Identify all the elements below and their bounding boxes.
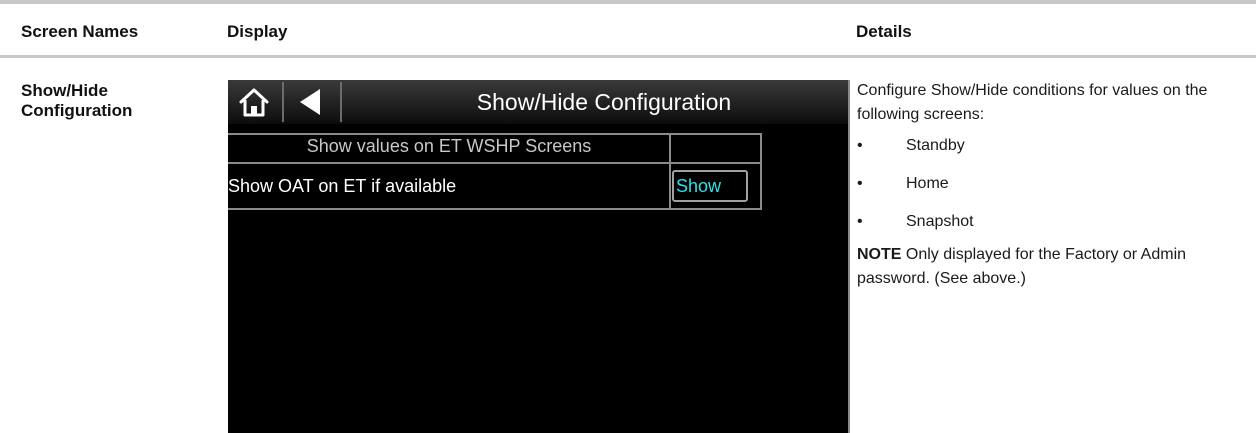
header-rule: [0, 55, 1256, 58]
note-label: NOTE: [857, 246, 902, 263]
screen-right-border: [848, 80, 850, 433]
title-separator: [282, 82, 284, 122]
back-arrow-icon[interactable]: [298, 86, 322, 118]
list-item: • Home: [857, 165, 1247, 203]
screen-title-bar: Show/Hide Configuration: [228, 80, 848, 124]
list-item: • Snapshot: [857, 203, 1247, 241]
title-separator: [340, 82, 342, 122]
grid-line: [228, 162, 762, 164]
table-top-rule: [0, 0, 1256, 4]
header-details: Details: [856, 22, 912, 41]
details-cell: Configure Show/Hide conditions for value…: [857, 79, 1247, 291]
grid-line: [760, 133, 762, 210]
header-display: Display: [227, 22, 288, 41]
section-label: Show values on ET WSHP Screens: [306, 136, 592, 156]
note-text: Only displayed for the Factory or Admin …: [857, 246, 1187, 287]
bullet: •: [857, 175, 863, 192]
screen-title: Show/Hide Configuration: [476, 89, 732, 115]
bullet: •: [857, 137, 863, 154]
list-item-label: Standby: [906, 137, 965, 154]
header-screen-names: Screen Names: [21, 22, 139, 41]
bullet: •: [857, 213, 863, 230]
list-item-label: Home: [906, 175, 949, 192]
list-item-label: Snapshot: [906, 213, 974, 230]
details-intro: Configure Show/Hide conditions for value…: [857, 82, 1208, 123]
show-oat-toggle-button[interactable]: Show: [672, 170, 748, 202]
device-screen: Show/Hide Configuration Show values on E…: [228, 80, 850, 433]
grid-line: [228, 208, 762, 210]
screen-list: • Standby • Home • Snapshot: [857, 127, 1247, 241]
list-item: • Standby: [857, 127, 1247, 165]
show-oat-label: Show OAT on ET if available: [228, 176, 457, 196]
screen-name-cell: Show/Hide Configuration: [21, 81, 133, 120]
note: NOTE Only displayed for the Factory or A…: [857, 243, 1247, 291]
home-icon[interactable]: [238, 87, 270, 117]
